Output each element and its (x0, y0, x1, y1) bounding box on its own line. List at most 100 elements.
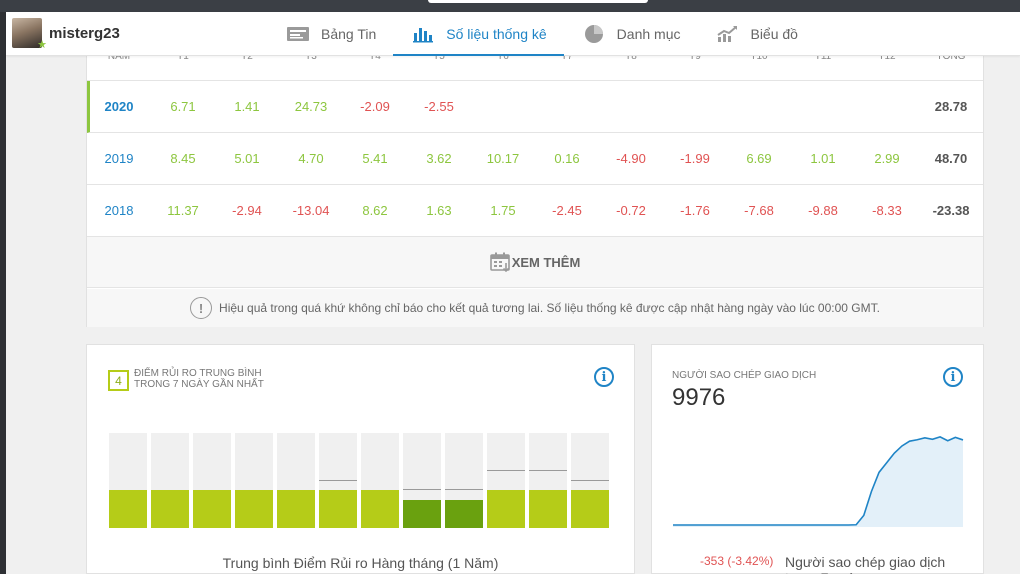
bar-chart-icon (410, 24, 436, 44)
browser-top-bar (0, 0, 1020, 12)
month-return-cell: -2.55 (424, 99, 454, 114)
profile-tabs: Bảng Tin Số liệu thống kê Danh mục Biểu … (268, 12, 815, 56)
risk-bar (571, 433, 609, 528)
month-return-cell: 3.62 (426, 151, 452, 166)
risk-bar-fill (403, 499, 441, 528)
month-return-cell: 6.71 (170, 99, 196, 114)
monthly-returns-table: NĂM T1 T2 T3 T4 T5 T6 T7 T8 T9 T10 T11 T… (86, 40, 984, 327)
news-feed-icon (285, 24, 311, 44)
year-cell[interactable]: 2020 (105, 99, 134, 114)
risk-chart-caption: Trung bình Điểm Rủi ro Hàng tháng (1 Năm… (222, 555, 499, 571)
month-return-cell: -13.04 (292, 203, 330, 218)
risk-bar-fill (277, 490, 315, 528)
month-return-cell: 0.16 (554, 151, 580, 166)
risk-bar (529, 433, 567, 528)
risk-bar-fill (571, 490, 609, 528)
copiers-card: NGƯỜI SAO CHÉP GIAO DỊCH 9976 i -353 (-3… (651, 344, 984, 574)
month-return-cell: 5.41 (362, 151, 388, 166)
star-icon: ★ (37, 39, 47, 51)
month-return-cell: -8.33 (872, 203, 902, 218)
tab-news-feed[interactable]: Bảng Tin (268, 12, 393, 56)
month-return-cell: 1.75 (490, 203, 516, 218)
tab-label: Số liệu thống kê (446, 26, 547, 42)
profile-header: ★ misterg23 Bảng Tin Số liệu thống kê Da… (6, 12, 1020, 56)
table-row[interactable]: 2020 6.71 1.41 24.73 -2.09 -2.55 28.78 (87, 81, 983, 133)
risk-bar (109, 433, 147, 528)
month-return-cell: 5.01 (234, 151, 260, 166)
username[interactable]: misterg23 (49, 25, 120, 42)
total-cell: -23.38 (932, 203, 970, 218)
tab-charts[interactable]: Biểu đồ (697, 12, 814, 56)
risk-bar (235, 433, 273, 528)
month-return-cell: -7.68 (744, 203, 774, 218)
left-edge-strip (0, 12, 6, 574)
pie-chart-icon (581, 24, 607, 44)
month-return-cell: -9.88 (808, 203, 838, 218)
risk-bar (319, 433, 357, 528)
table-row[interactable]: 2018 11.37 -2.94 -13.04 8.62 1.63 1.75 -2.45 -0.… (87, 185, 983, 237)
risk-bar (277, 433, 315, 528)
month-return-cell: -4.90 (616, 151, 646, 166)
risk-bar (361, 433, 399, 528)
total-cell: 28.78 (934, 99, 968, 114)
user-info[interactable]: ★ misterg23 (12, 17, 120, 51)
risk-max-line (319, 479, 357, 481)
total-cell: 48.70 (934, 151, 968, 166)
month-return-cell: 24.73 (294, 99, 328, 114)
risk-score-card: 4 ĐIỂM RỦI RO TRUNG BÌNH TRONG 7 NGÀY GẦ… (86, 344, 635, 574)
show-more-label: XEM THÊM (511, 254, 581, 270)
risk-max-line (529, 470, 567, 471)
browser-address-bar[interactable] (428, 0, 648, 3)
risk-bar-fill (151, 490, 189, 528)
risk-max-line (445, 489, 483, 490)
table-row[interactable]: 2019 8.45 5.01 4.70 5.41 3.62 10.17 0.16 -4.90 -1… (87, 133, 983, 185)
month-return-cell: 1.01 (810, 151, 836, 166)
risk-max-line (571, 479, 609, 481)
info-icon[interactable]: i (943, 367, 963, 387)
risk-bar-fill (109, 490, 147, 528)
month-return-cell: -2.45 (552, 203, 582, 218)
trend-chart-icon (714, 24, 740, 44)
risk-bar-fill (361, 490, 399, 528)
copiers-title: NGƯỜI SAO CHÉP GIAO DỊCH (672, 370, 817, 381)
year-cell[interactable]: 2019 (105, 151, 134, 166)
exclamation-icon: ! (190, 297, 213, 319)
month-return-cell: 2.99 (874, 151, 900, 166)
copiers-area-chart (673, 436, 964, 527)
tab-statistics[interactable]: Số liệu thống kê (393, 12, 565, 56)
month-return-cell: 1.41 (234, 99, 260, 114)
month-return-cell: 11.37 (167, 203, 199, 218)
copiers-count: 9976 (672, 384, 726, 411)
risk-bar-fill (193, 490, 231, 528)
month-return-cell: -2.09 (360, 99, 390, 114)
tab-label: Danh mục (616, 26, 681, 42)
show-more-row: XEM THÊM (87, 237, 983, 288)
risk-max-line (487, 470, 525, 471)
tab-label: Bảng Tin (321, 26, 377, 42)
risk-score-title: ĐIỂM RỦI RO TRUNG BÌNH TRONG 7 NGÀY GẦN … (134, 368, 264, 390)
info-icon[interactable]: i (594, 367, 614, 387)
risk-bar-fill (529, 490, 567, 528)
tab-label: Biểu đồ (750, 26, 798, 42)
copiers-area (673, 436, 963, 527)
year-cell[interactable]: 2018 (105, 203, 134, 218)
month-return-cell: -1.76 (680, 203, 710, 218)
risk-bar-fill (445, 499, 483, 528)
month-return-cell: -0.72 (616, 203, 646, 218)
month-return-cell: 1.63 (426, 203, 452, 218)
month-return-cell: 8.62 (362, 203, 388, 218)
risk-bar-fill (235, 490, 273, 528)
month-return-cell: 8.45 (170, 151, 196, 166)
show-more-button[interactable]: XEM THÊM (489, 252, 581, 272)
calendar-icon (489, 252, 510, 272)
risk-bar (151, 433, 189, 528)
risk-bar-fill (487, 490, 525, 528)
disclaimer-text: Hiệu quả trong quá khứ không chỉ báo cho… (219, 301, 880, 315)
avatar[interactable]: ★ (12, 18, 47, 51)
tab-portfolio[interactable]: Danh mục (564, 12, 698, 56)
risk-bar (445, 433, 483, 528)
copiers-caption: Người sao chép giao dịch trong 7 ngày qu… (785, 554, 946, 574)
month-return-cell: -2.94 (232, 203, 262, 218)
risk-bar (487, 433, 525, 528)
risk-bar-fill (319, 490, 357, 528)
